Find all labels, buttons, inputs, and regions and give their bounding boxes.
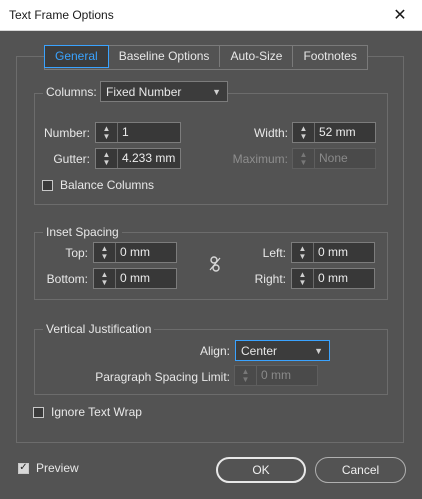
width-field[interactable]: ▲ ▼ 52 mm: [292, 122, 376, 143]
ignore-text-wrap-label: Ignore Text Wrap: [51, 405, 142, 419]
down-arrow-icon: ▼: [102, 131, 111, 141]
paragraph-spacing-limit-value: 0 mm: [261, 368, 291, 382]
bottom-field[interactable]: ▲ ▼ 0 mm: [93, 268, 177, 289]
width-label: Width:: [253, 126, 288, 140]
number-stepper[interactable]: ▲ ▼: [96, 123, 118, 142]
down-arrow-icon: ▼: [100, 251, 109, 261]
down-arrow-icon: ▼: [241, 374, 250, 384]
width-value: 52 mm: [319, 125, 356, 139]
maximum-stepper: ▲ ▼: [293, 149, 315, 168]
down-arrow-icon: ▼: [298, 277, 307, 287]
number-label: Number:: [43, 126, 90, 140]
ok-button[interactable]: OK: [216, 457, 306, 483]
top-stepper[interactable]: ▲ ▼: [94, 243, 116, 262]
paragraph-spacing-limit-field: ▲ ▼ 0 mm: [234, 365, 318, 386]
cancel-button[interactable]: Cancel: [315, 457, 406, 483]
balance-columns-label: Balance Columns: [60, 178, 155, 192]
left-value: 0 mm: [318, 245, 348, 259]
title-bar: Text Frame Options ✕: [0, 0, 422, 31]
gutter-stepper[interactable]: ▲ ▼: [96, 149, 118, 168]
top-value: 0 mm: [120, 245, 150, 259]
vertical-justification-legend: Vertical Justification: [43, 322, 155, 336]
gutter-label: Gutter:: [53, 152, 90, 166]
tab-bar: General Baseline Options Auto-Size Footn…: [44, 45, 368, 70]
vertical-justification-group: [34, 329, 388, 395]
columns-label: Columns:: [43, 85, 100, 99]
down-arrow-icon: ▼: [100, 277, 109, 287]
gutter-value: 4.233 mm: [122, 151, 176, 165]
maximum-value: None: [319, 151, 348, 165]
number-value: 1: [122, 125, 129, 139]
chevron-down-icon: ▼: [212, 86, 221, 97]
right-value: 0 mm: [318, 271, 348, 285]
inset-spacing-legend: Inset Spacing: [43, 225, 122, 239]
chevron-down-icon: ▼: [314, 345, 323, 356]
tab-auto-size[interactable]: Auto-Size: [220, 46, 294, 67]
number-field[interactable]: ▲ ▼ 1: [95, 122, 181, 143]
window-title: Text Frame Options: [9, 8, 114, 22]
right-label: Right:: [254, 272, 286, 286]
down-arrow-icon: ▼: [299, 157, 308, 167]
right-stepper[interactable]: ▲ ▼: [292, 269, 314, 288]
down-arrow-icon: ▼: [102, 157, 111, 167]
left-stepper[interactable]: ▲ ▼: [292, 243, 314, 262]
width-stepper[interactable]: ▲ ▼: [293, 123, 315, 142]
paragraph-spacing-limit-stepper: ▲ ▼: [235, 366, 257, 385]
down-arrow-icon: ▼: [299, 131, 308, 141]
bottom-label: Bottom:: [46, 272, 88, 286]
balance-columns-checkbox[interactable]: Balance Columns: [42, 178, 154, 192]
tab-footnotes[interactable]: Footnotes: [293, 46, 366, 67]
close-icon[interactable]: ✕: [378, 0, 422, 30]
maximum-label: Maximum:: [232, 152, 288, 166]
align-value: Center: [241, 343, 278, 358]
down-arrow-icon: ▼: [298, 251, 307, 261]
checkbox-box[interactable]: [42, 179, 53, 191]
top-label: Top:: [65, 246, 88, 260]
left-field[interactable]: ▲ ▼ 0 mm: [291, 242, 375, 263]
tab-baseline-options[interactable]: Baseline Options: [109, 46, 221, 67]
align-label: Align:: [199, 344, 230, 358]
chain-broken-icon[interactable]: [209, 256, 221, 272]
columns-type-dropdown[interactable]: Fixed Number ▼: [100, 81, 228, 102]
left-label: Left:: [262, 246, 286, 260]
gutter-field[interactable]: ▲ ▼ 4.233 mm: [95, 148, 181, 169]
preview-label: Preview: [36, 461, 79, 475]
checkmark-icon[interactable]: ✓: [18, 462, 29, 474]
paragraph-spacing-limit-label: Paragraph Spacing Limit:: [95, 370, 230, 384]
columns-type-value: Fixed Number: [106, 84, 182, 99]
bottom-stepper[interactable]: ▲ ▼: [94, 269, 116, 288]
right-field[interactable]: ▲ ▼ 0 mm: [291, 268, 375, 289]
tab-general[interactable]: General: [44, 45, 109, 68]
preview-checkbox[interactable]: ✓ Preview: [18, 461, 79, 475]
top-field[interactable]: ▲ ▼ 0 mm: [93, 242, 177, 263]
ignore-text-wrap-checkbox[interactable]: Ignore Text Wrap: [33, 405, 142, 419]
align-dropdown[interactable]: Center ▼: [235, 340, 330, 361]
bottom-value: 0 mm: [120, 271, 150, 285]
maximum-field: ▲ ▼ None: [292, 148, 376, 169]
checkbox-box[interactable]: [33, 406, 44, 418]
